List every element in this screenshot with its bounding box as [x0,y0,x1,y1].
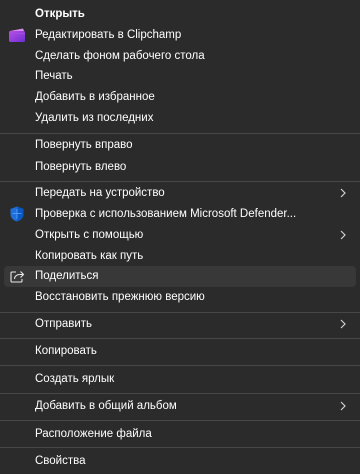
menu-item-label: Открыть [35,8,85,20]
menu-item-label: Печать [35,70,73,82]
menu-item-label: Отправить [35,318,93,330]
menu-item-label: Редактировать в Clipchamp [35,29,182,41]
chevron-right-icon [338,318,348,330]
menu-item-add-to-shared-album[interactable]: Добавить в общий альбом [4,396,356,417]
menu-separator [0,393,360,394]
menu-item-open[interactable]: Открыть [4,4,356,25]
menu-item-file-location[interactable]: Расположение файла [4,424,356,445]
menu-item-label: Поделиться [35,270,99,282]
menu-item-label: Повернуть влево [35,161,127,173]
menu-item-add-to-favorites[interactable]: Добавить в избранное [4,87,356,108]
menu-item-share[interactable]: Поделиться [4,266,356,287]
menu-item-restore-previous-version[interactable]: Восстановить прежнюю версию [4,287,356,308]
menu-item-edit-in-clipchamp[interactable]: Редактировать в Clipchamp [4,25,356,46]
menu-item-label: Создать ярлык [35,373,115,385]
menu-separator [0,133,360,134]
menu-item-properties[interactable]: Свойства [4,451,356,472]
menu-item-cast-to-device[interactable]: Передать на устройство [4,183,356,204]
menu-separator [0,338,360,339]
menu-item-label: Свойства [35,455,86,467]
context-menu: Открыть Редактировать в Clipchamp Сделат… [0,0,360,474]
menu-separator [0,312,360,313]
menu-item-label: Добавить в избранное [35,91,155,103]
menu-item-scan-with-defender[interactable]: Проверка с использованием Microsoft Defe… [4,204,356,225]
menu-separator [0,447,360,448]
menu-item-create-shortcut[interactable]: Создать ярлык [4,369,356,390]
menu-separator [0,181,360,182]
menu-item-label: Повернуть вправо [35,139,133,151]
menu-item-rotate-right[interactable]: Повернуть вправо [4,135,356,156]
chevron-right-icon [338,187,348,199]
menu-item-label: Удалить из последних [35,112,154,124]
clipchamp-icon [9,27,25,43]
menu-item-label: Открыть с помощью [35,229,144,241]
menu-item-label: Проверка с использованием Microsoft Defe… [35,208,297,220]
chevron-right-icon [338,400,348,412]
menu-item-copy-as-path[interactable]: Копировать как путь [4,246,356,267]
menu-item-label: Передать на устройство [35,187,165,199]
menu-item-remove-from-recent[interactable]: Удалить из последних [4,108,356,129]
menu-item-send-to[interactable]: Отправить [4,314,356,335]
share-icon [9,268,25,284]
menu-separator [0,365,360,366]
menu-item-print[interactable]: Печать [4,66,356,87]
menu-item-label: Копировать [35,345,97,357]
menu-item-label: Сделать фоном рабочего стола [35,50,205,62]
menu-separator [0,420,360,421]
menu-item-label: Добавить в общий альбом [35,400,177,412]
menu-item-open-with[interactable]: Открыть с помощью [4,225,356,246]
menu-item-rotate-left[interactable]: Повернуть влево [4,157,356,178]
menu-item-label: Копировать как путь [35,250,144,262]
menu-item-label: Восстановить прежнюю версию [35,291,205,303]
menu-item-copy[interactable]: Копировать [4,341,356,362]
menu-item-label: Расположение файла [35,428,152,440]
microsoft-defender-icon [9,206,25,222]
chevron-right-icon [338,229,348,241]
menu-item-set-desktop-background[interactable]: Сделать фоном рабочего стола [4,46,356,67]
